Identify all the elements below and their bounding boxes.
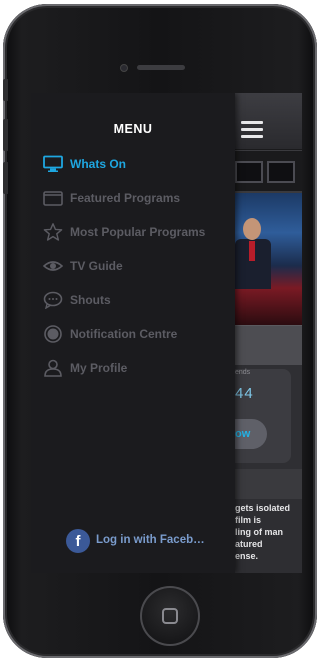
volume-up-button [3,119,8,151]
tv-monitor-icon [43,155,63,172]
info-bar [231,325,302,366]
earpiece-speaker [137,65,185,70]
circle-icon [44,325,62,343]
menu-item-label: Most Popular Programs [70,225,206,239]
menu-item-label: Featured Programs [70,191,181,205]
presenter-head [243,218,261,240]
folder-icon [43,191,63,206]
hamburger-menu-icon[interactable] [241,121,263,142]
side-menu-drawer: MENU Whats On Featured Programs Most Pop… [31,93,235,573]
phone-screen: ends 44 ow gets isolated film is ling of… [31,93,302,573]
volume-down-button [3,162,8,194]
menu-item-featured-programs[interactable]: Featured Programs [43,187,231,211]
facebook-login-label: Log in with Faceb… [96,534,205,546]
star-icon [43,223,63,241]
menu-item-notification-centre[interactable]: Notification Centre [43,323,231,347]
eye-icon [43,261,63,271]
mute-switch [3,79,8,101]
menu-item-label: Shouts [70,293,111,307]
stats-label: ends [235,369,251,376]
menu-item-tv-guide[interactable]: TV Guide [43,255,231,279]
home-button[interactable] [140,586,200,646]
front-camera [120,64,128,72]
menu-item-label: My Profile [70,361,128,375]
menu-title: MENU [113,122,153,136]
home-square-icon [162,608,178,624]
thumbnail-strip [231,151,302,191]
presenter-tie [249,241,255,261]
menu-item-label: Whats On [70,157,126,171]
divider-bar [231,469,302,497]
thumbnail[interactable] [235,161,263,183]
user-icon [44,359,62,377]
thumbnail[interactable] [267,161,295,183]
menu-item-shouts[interactable]: Shouts [43,289,231,313]
facebook-login-button[interactable]: f Log in with Faceb… [66,529,236,553]
stats-number: 44 [235,385,254,402]
menu-item-label: TV Guide [70,259,123,273]
menu-item-label: Notification Centre [70,327,178,341]
menu-item-my-profile[interactable]: My Profile [43,357,231,381]
program-description: gets isolated film is ling of man atured… [235,503,291,561]
facebook-icon: f [66,529,90,553]
menu-item-most-popular-programs[interactable]: Most Popular Programs [43,221,231,245]
follow-button-label: ow [235,428,251,440]
chat-bubble-icon [43,291,63,309]
menu-item-whats-on[interactable]: Whats On [43,153,231,177]
